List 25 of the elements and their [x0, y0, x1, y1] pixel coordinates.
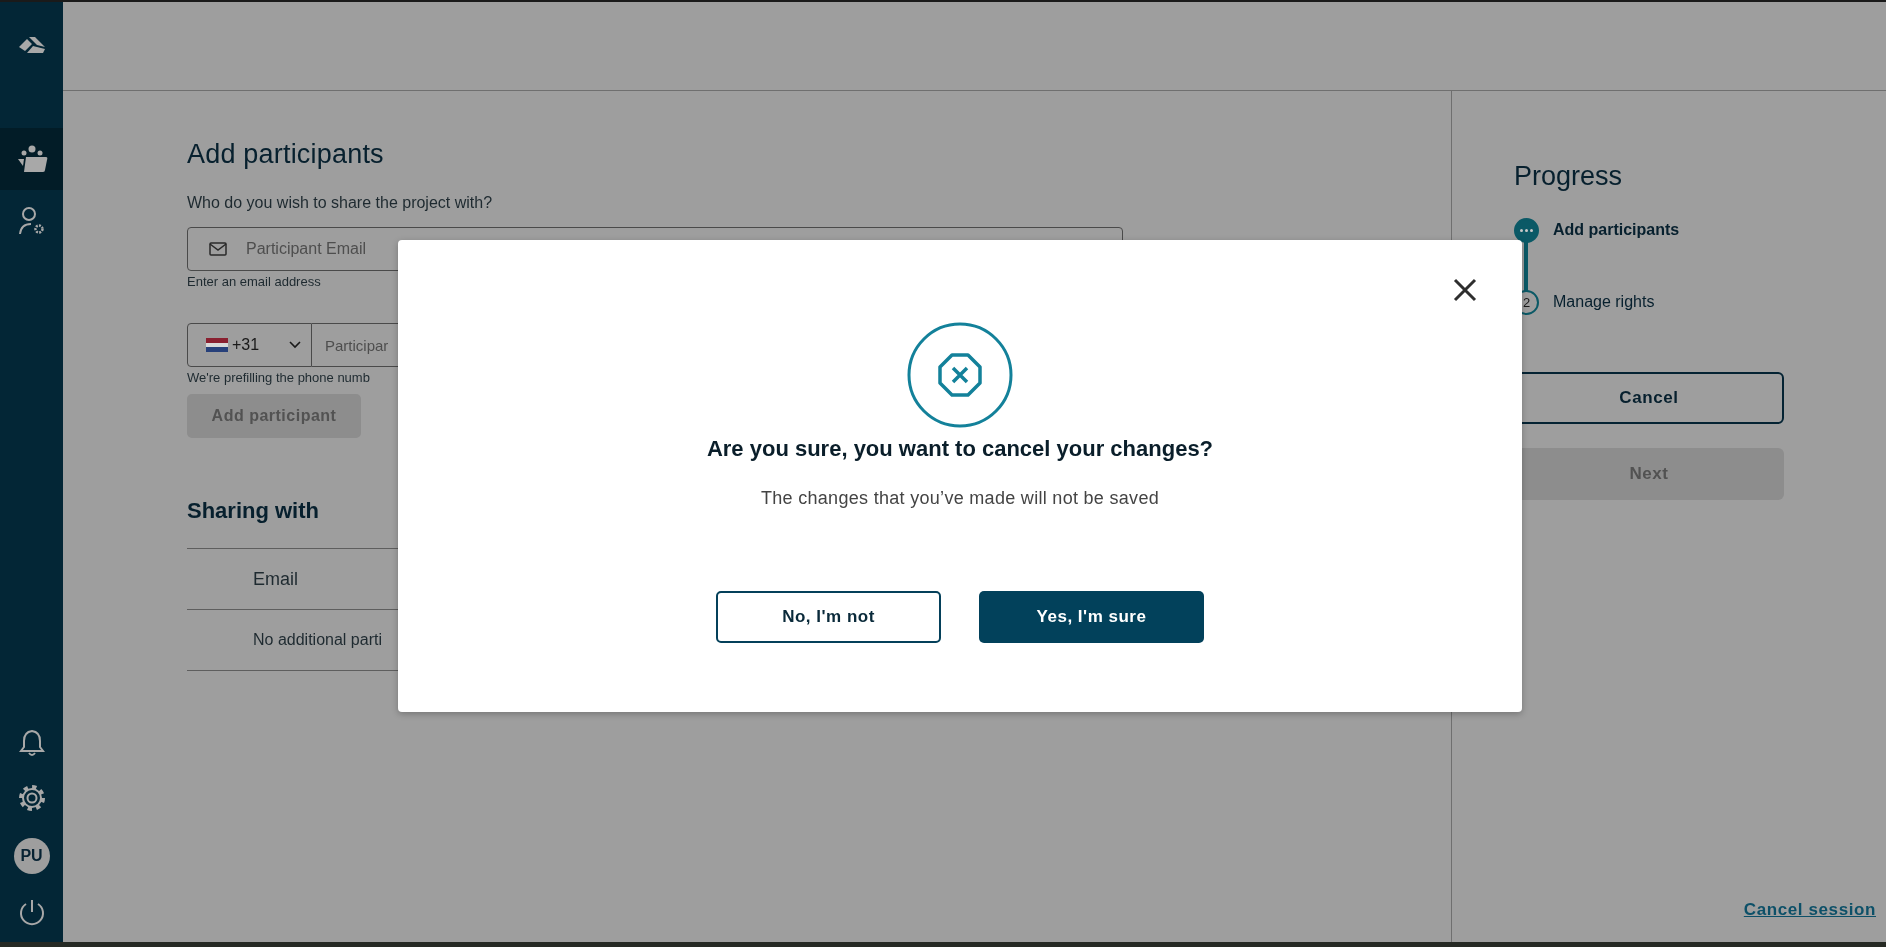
- confirm-button[interactable]: Yes, I'm sure: [979, 591, 1204, 643]
- field-hint: We're prefilling the phone numb: [187, 370, 370, 385]
- flag-icon: [206, 338, 228, 352]
- section-title: Sharing with: [187, 498, 319, 524]
- user-avatar[interactable]: PU: [13, 838, 50, 874]
- question-text: Who do you wish to share the project with?: [187, 194, 493, 212]
- dialog-message: The changes that you’ve made will not be saved: [761, 488, 1159, 509]
- sidebar-item[interactable]: [0, 128, 63, 190]
- chevron-down-icon: [289, 341, 301, 349]
- stop-cross-icon: [907, 322, 1013, 428]
- close-icon[interactable]: [1452, 277, 1478, 303]
- cancel-session-link[interactable]: Cancel session: [1743, 900, 1876, 920]
- bell-icon[interactable]: [17, 728, 46, 758]
- field-hint: Enter an email address: [187, 274, 321, 289]
- user-gear-icon: [16, 206, 47, 236]
- step-label: Add participants: [1553, 221, 1680, 239]
- column-header: Email: [253, 568, 298, 590]
- empty-message: No additional parti: [253, 631, 382, 649]
- page-title: Add participants: [187, 139, 384, 170]
- progress-title: Progress: [1514, 161, 1624, 192]
- envelope-icon: [209, 242, 227, 256]
- step-label: Manage rights: [1553, 293, 1655, 311]
- decline-button[interactable]: No, I'm not: [716, 591, 941, 643]
- country-select[interactable]: +31: [187, 323, 312, 367]
- dialog-title: Are you sure, you want to cancel your changes?: [706, 436, 1214, 462]
